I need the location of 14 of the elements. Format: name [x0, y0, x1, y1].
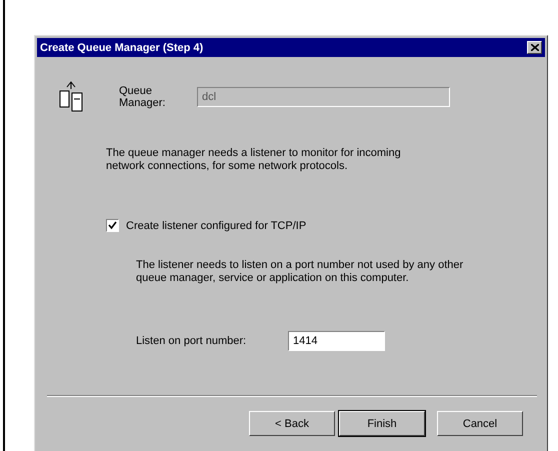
checkbox[interactable]	[106, 219, 119, 232]
close-icon	[530, 44, 538, 51]
intro-text: The queue manager needs a listener to monitor for incoming network connections, for some network protocols.	[106, 147, 402, 173]
dialog-button[interactable]: Cancel	[437, 411, 523, 436]
checkbox-label[interactable]: Create listener configured for TCP/IP	[126, 220, 306, 232]
dialog-button[interactable]: Finish	[339, 411, 425, 436]
queue-manager-icon	[59, 81, 85, 113]
dialog-button[interactable]: < Back	[249, 411, 335, 436]
window-title: Create Queue Manager (Step 4)	[40, 42, 204, 54]
port-label: Listen on port number:	[136, 335, 248, 347]
queue-manager-label: Queue Manager:	[119, 85, 166, 109]
note-text: The listener needs to listen on a port number not used by any other queue manager, service or application on this computer.	[136, 259, 464, 285]
port-field[interactable]: 1414	[288, 331, 385, 351]
close-button[interactable]	[527, 41, 542, 54]
